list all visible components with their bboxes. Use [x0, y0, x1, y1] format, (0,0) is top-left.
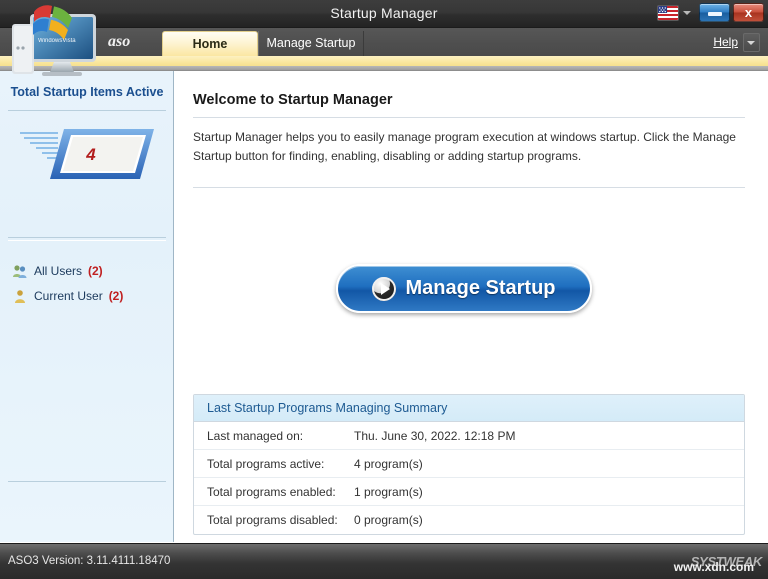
language-chevron-down-icon[interactable]	[682, 5, 692, 21]
sidebar: Total Startup Items Active	[0, 71, 174, 542]
close-icon: x	[734, 4, 763, 21]
summary-label: Total programs active:	[194, 457, 354, 471]
table-row: Total programs active: 4 program(s)	[194, 450, 744, 478]
page-title: Welcome to Startup Manager	[193, 92, 393, 108]
summary-panel: Last Startup Programs Managing Summary L…	[193, 394, 745, 535]
startup-manager-window: Startup Manager	[0, 0, 768, 579]
tab-bar: aso Home Manage Startup Help	[0, 28, 768, 56]
window-controls: x	[657, 3, 764, 22]
manage-startup-button[interactable]: Manage Startup	[336, 264, 592, 313]
sidebar-divider-top	[8, 110, 166, 111]
summary-value: 1 program(s)	[354, 485, 744, 499]
accent-strip	[0, 56, 768, 66]
summary-label: Total programs disabled:	[194, 513, 354, 527]
tab-home[interactable]: Home	[162, 31, 258, 56]
table-row: Last managed on: Thu. June 30, 2022. 12:…	[194, 422, 744, 450]
brand-logo-text: aso	[108, 28, 130, 56]
title-bar: Startup Manager	[0, 0, 768, 28]
manage-startup-button-label: Manage Startup	[405, 277, 555, 300]
title-rule	[193, 117, 745, 118]
current-user-label: Current User	[34, 289, 103, 303]
sidebar-item-current-user[interactable]: Current User (2)	[12, 286, 123, 306]
summary-header: Last Startup Programs Managing Summary	[194, 395, 744, 422]
version-text: ASO3 Version: 3.11.4111.18470	[8, 555, 170, 567]
all-users-icon	[12, 263, 28, 279]
us-flag-icon[interactable]	[657, 5, 679, 21]
sidebar-divider-bottom	[8, 481, 166, 482]
summary-value: 4 program(s)	[354, 457, 744, 471]
intro-text: Startup Manager helps you to easily mana…	[193, 128, 749, 166]
help-chevron-down-icon[interactable]	[743, 33, 760, 52]
play-icon	[372, 277, 396, 301]
all-users-count: (2)	[88, 264, 103, 278]
sidebar-divider-mid-highlight	[8, 240, 166, 241]
status-bar: ASO3 Version: 3.11.4111.18470 SYSTWEAK w…	[0, 543, 768, 579]
current-user-icon	[12, 288, 28, 304]
tab-manage-startup[interactable]: Manage Startup	[258, 31, 364, 56]
current-user-count: (2)	[109, 289, 124, 303]
counter-value: 4	[14, 117, 160, 193]
summary-value: Thu. June 30, 2022. 12:18 PM	[354, 429, 744, 443]
minimize-button[interactable]	[699, 3, 730, 22]
summary-value: 0 program(s)	[354, 513, 744, 527]
flag-svg	[658, 6, 678, 20]
table-row: Total programs disabled: 0 program(s)	[194, 506, 744, 534]
help-area: Help	[713, 28, 760, 56]
summary-label: Total programs enabled:	[194, 485, 354, 499]
sidebar-divider-mid	[8, 237, 166, 238]
startup-items-counter: 4	[14, 117, 160, 193]
sidebar-item-all-users[interactable]: All Users (2)	[12, 261, 103, 281]
help-link[interactable]: Help	[713, 35, 738, 49]
window-title: Startup Manager	[0, 0, 768, 27]
sidebar-title: Total Startup Items Active	[0, 85, 174, 99]
watermark-url: www.xdn.com	[674, 560, 754, 574]
body-rule	[193, 187, 745, 188]
all-users-label: All Users	[34, 264, 82, 278]
close-button[interactable]: x	[733, 3, 764, 22]
table-row: Total programs enabled: 1 program(s)	[194, 478, 744, 506]
summary-label: Last managed on:	[194, 429, 354, 443]
main-content: Welcome to Startup Manager Startup Manag…	[175, 71, 768, 542]
